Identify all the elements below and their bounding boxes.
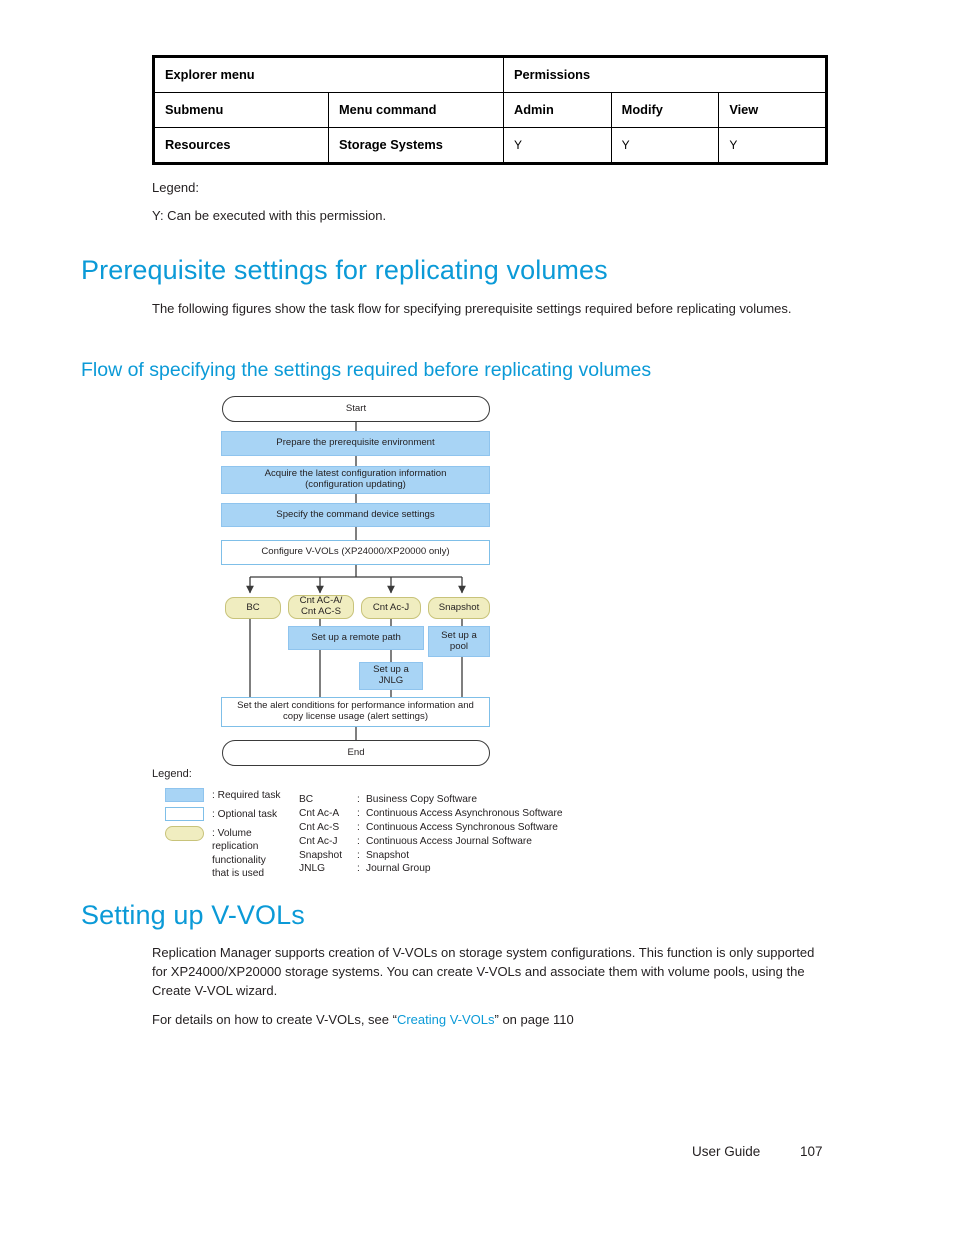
abbr-sep: : xyxy=(357,849,360,861)
column-header-submenu: Submenu xyxy=(153,92,329,128)
abbr-key: Snapshot xyxy=(299,849,343,861)
legend-label-volume-functionality: : Volume replication functionality that … xyxy=(212,828,266,880)
abbr-key: Cnt Ac-S xyxy=(299,821,340,833)
flow-node-prepare-environment: Prepare the prerequisite environment xyxy=(221,431,490,456)
xref-prefix: For details on how to create V-VOLs, see… xyxy=(152,1012,397,1027)
column-header-admin: Admin xyxy=(503,92,612,128)
cell-menu-command: Storage Systems xyxy=(328,127,504,164)
abbr-key: BC xyxy=(299,794,314,805)
abbr-sep: : xyxy=(357,807,360,819)
page-heading-prerequisite-settings: Prerequisite settings for replicating vo… xyxy=(81,255,608,285)
flowchart-legend-title: Legend: xyxy=(152,768,192,780)
xref-link-creating-vvols[interactable]: Creating V-VOLs xyxy=(397,1012,495,1027)
legend-label-optional-task: : Optional task xyxy=(212,809,278,820)
subheading-flow-of-specifying: Flow of specifying the settings required… xyxy=(81,359,652,381)
flow-node-cnt-ac-j: Cnt Ac-J xyxy=(361,597,421,619)
footer-page-number: 107 xyxy=(800,1144,823,1159)
abbr-value: Journal Group xyxy=(366,863,431,875)
abbr-row: Snapshot : Snapshot xyxy=(299,849,563,863)
abbr-key: JNLG xyxy=(299,863,326,875)
flow-node-setup-remote-path: Set up a remote path xyxy=(288,626,424,650)
abbr-sep: : xyxy=(357,821,360,833)
abbr-row: Cnt Ac-J : Continuous Access Journal Sof… xyxy=(299,835,563,849)
table-group-header-row: Explorer menu Permissions xyxy=(153,56,827,93)
group-header-permissions: Permissions xyxy=(503,56,827,93)
paragraph-vvols-body: Replication Manager supports creation of… xyxy=(152,945,815,998)
flow-node-command-device-settings: Specify the command device settings xyxy=(221,503,490,527)
legend-swatch-required-task xyxy=(165,788,204,802)
permission-table-container: Explorer menu Permissions Submenu Menu c… xyxy=(152,55,828,165)
flow-node-setup-pool: Set up a pool xyxy=(428,626,490,657)
abbr-value: Continuous Access Synchronous Software xyxy=(366,821,558,833)
abbr-value: Continuous Access Asynchronous Software xyxy=(366,807,563,819)
cell-admin: Y xyxy=(503,127,612,164)
abbr-row: Cnt Ac-S : Continuous Access Synchronous… xyxy=(299,821,563,835)
legend-swatch-volume-functionality xyxy=(165,826,204,841)
flowchart-abbreviation-table: BC : Business Copy Software Cnt Ac-A : C… xyxy=(299,793,563,876)
abbr-key: Cnt Ac-J xyxy=(299,835,338,847)
flow-node-cnt-ac-a-s: Cnt AC-A/ Cnt AC-S xyxy=(288,595,354,619)
abbr-row: Cnt Ac-A : Continuous Access Asynchronou… xyxy=(299,807,563,821)
abbr-sep: : xyxy=(357,863,360,875)
abbr-row: JNLG : Journal Group xyxy=(299,862,563,876)
abbr-sep: : xyxy=(357,794,360,805)
cell-submenu: Resources xyxy=(153,127,329,164)
column-header-menu-command: Menu command xyxy=(328,92,504,128)
xref-suffix: ” on page 110 xyxy=(494,1012,574,1027)
abbr-key: Cnt Ac-A xyxy=(299,807,340,819)
table-column-header-row: Submenu Menu command Admin Modify View xyxy=(153,92,827,128)
column-header-view: View xyxy=(718,92,827,128)
table-legend-title: Legend: xyxy=(152,180,199,195)
abbr-sep: : xyxy=(357,835,360,847)
flow-node-end: End xyxy=(222,740,490,766)
flow-node-acquire-configuration: Acquire the latest configuration informa… xyxy=(221,466,490,494)
flow-node-configure-vvols: Configure V-VOLs (XP24000/XP20000 only) xyxy=(221,540,490,565)
paragraph-vvols-reference: For details on how to create V-VOLs, see… xyxy=(152,1011,830,1030)
table-row: Resources Storage Systems Y Y Y xyxy=(153,127,827,164)
table-legend-note: Y: Can be executed with this permission. xyxy=(152,208,387,223)
abbr-value: Continuous Access Journal Software xyxy=(366,835,532,847)
flow-node-bc: BC xyxy=(225,597,281,619)
legend-label-required-task: : Required task xyxy=(212,790,281,801)
legend-swatch-optional-task xyxy=(165,807,204,821)
abbr-value: Snapshot xyxy=(366,849,410,861)
footer-label: User Guide xyxy=(692,1144,761,1159)
paragraph-intro: The following figures show the task flow… xyxy=(152,301,792,316)
abbr-value: Business Copy Software xyxy=(366,794,477,805)
cell-view: Y xyxy=(718,127,827,164)
column-header-modify: Modify xyxy=(610,92,720,128)
cell-modify: Y xyxy=(610,127,720,164)
flow-node-snapshot: Snapshot xyxy=(428,597,490,619)
flow-node-setup-jnlg: Set up a JNLG xyxy=(359,662,423,690)
page-heading-setting-up-vvols: Setting up V-VOLs xyxy=(81,900,305,930)
group-header-explorer-menu: Explorer menu xyxy=(153,56,504,93)
flow-node-start: Start xyxy=(222,396,490,422)
abbr-row: BC : Business Copy Software xyxy=(299,793,563,807)
flow-node-alert-settings: Set the alert conditions for performance… xyxy=(221,697,490,727)
permission-table: Explorer menu Permissions Submenu Menu c… xyxy=(152,55,828,165)
